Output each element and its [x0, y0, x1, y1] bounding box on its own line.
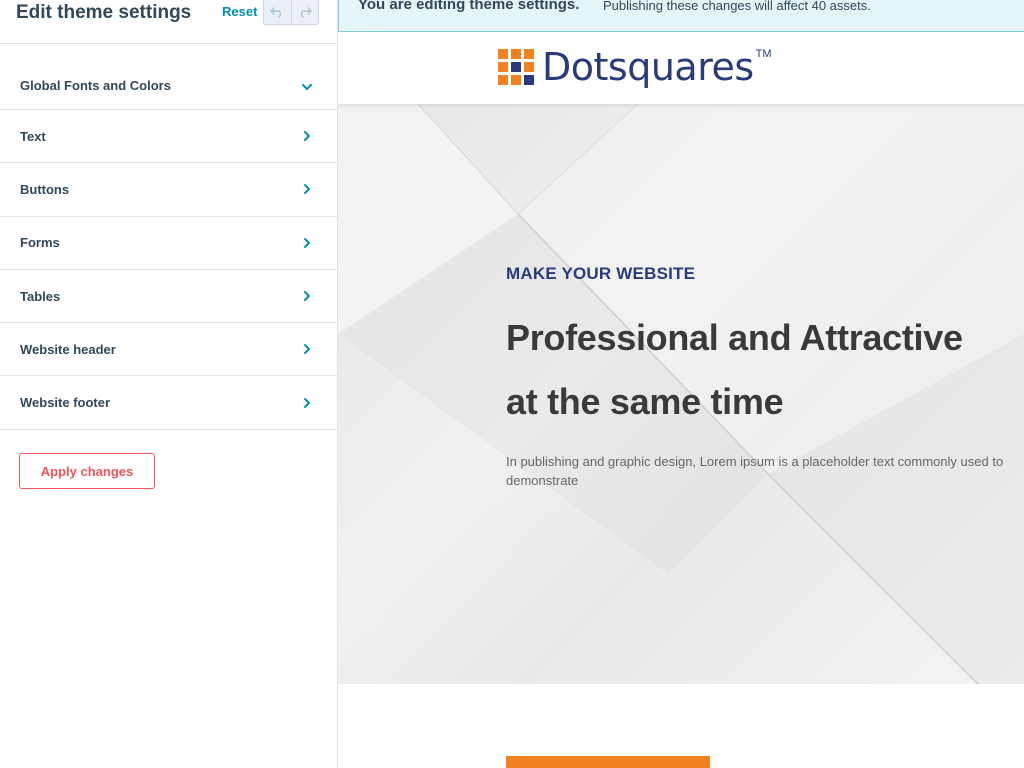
logo-wordmark: Dotsquares	[542, 45, 754, 89]
hero-section: MAKE YOUR WEBSITE Professional and Attra…	[338, 104, 1024, 684]
editing-notice-banner: You are editing theme settings. Publishi…	[338, 0, 1024, 32]
menu-item-tables[interactable]: Tables	[0, 270, 337, 324]
logo-mark-icon	[498, 49, 534, 85]
hero-title-line-1: Professional and Attractive	[506, 317, 963, 358]
chevron-right-icon	[304, 131, 310, 142]
theme-settings-panel: Edit theme settings Reset Global Fonts a…	[0, 0, 338, 768]
panel-title: Edit theme settings	[16, 2, 192, 23]
hero-title-line-2: at the same time	[506, 381, 784, 422]
reset-button[interactable]: Reset	[222, 4, 257, 20]
hero-kicker: MAKE YOUR WEBSITE	[506, 264, 696, 283]
hero-title: Professional and Attractive at the same …	[506, 306, 1016, 434]
menu-item-label: Website header	[20, 341, 116, 357]
apply-changes-button[interactable]: Apply changes	[19, 453, 155, 489]
menu-item-label: Buttons	[20, 181, 70, 197]
menu-item-label: Global Fonts and Colors	[20, 78, 171, 93]
redo-icon	[300, 7, 312, 18]
menu-item-forms[interactable]: Forms	[0, 217, 337, 270]
menu-item-label: Forms	[20, 235, 60, 251]
menu-item-website-footer[interactable]: Website footer	[0, 376, 337, 430]
banner-heading: You are editing theme settings.	[358, 0, 580, 13]
menu-item-text[interactable]: Text	[0, 110, 337, 164]
hero-content: MAKE YOUR WEBSITE Professional and Attra…	[506, 264, 1016, 490]
site-preview: You are editing theme settings. Publishi…	[338, 0, 1024, 768]
logo-trademark: TM	[755, 48, 772, 60]
undo-icon	[270, 7, 282, 18]
chevron-right-icon	[304, 397, 310, 408]
chevron-down-icon	[302, 84, 312, 90]
menu-item-global-fonts-and-colors[interactable]: Global Fonts and Colors	[0, 44, 337, 110]
chevron-right-icon	[304, 237, 310, 248]
chevron-right-icon	[304, 291, 310, 302]
menu-item-label: Website footer	[20, 395, 111, 411]
chevron-right-icon	[304, 344, 310, 355]
cta-button[interactable]	[506, 756, 710, 768]
chevron-right-icon	[304, 184, 310, 195]
menu-item-label: Text	[20, 128, 46, 144]
site-logo[interactable]: Dotsquares TM	[498, 46, 772, 88]
panel-header: Edit theme settings Reset	[0, 0, 337, 44]
undo-redo-group	[263, 0, 319, 25]
undo-button[interactable]	[264, 0, 291, 24]
website-header: Dotsquares TM	[338, 32, 1024, 104]
menu-item-website-header[interactable]: Website header	[0, 323, 337, 377]
menu-item-label: Tables	[20, 288, 61, 304]
settings-menu: Global Fonts and Colors Text Buttons For…	[0, 44, 337, 430]
banner-message: Publishing these changes will affect 40 …	[603, 0, 871, 13]
redo-button[interactable]	[290, 0, 318, 24]
menu-item-buttons[interactable]: Buttons	[0, 163, 337, 217]
hero-body-text: In publishing and graphic design, Lorem …	[506, 454, 1004, 488]
